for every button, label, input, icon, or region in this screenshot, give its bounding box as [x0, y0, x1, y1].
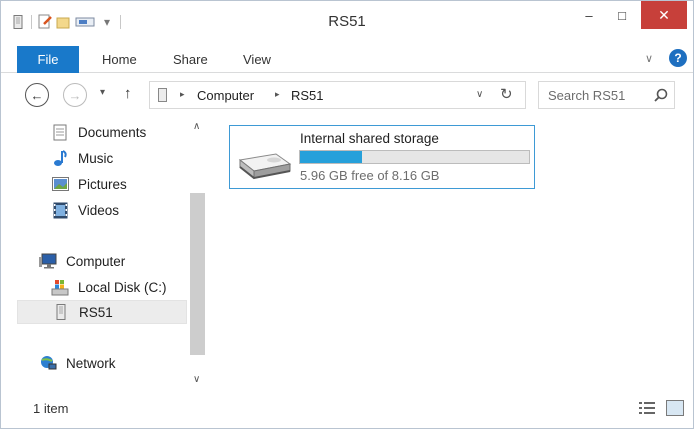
breadcrumb-computer[interactable]: Computer — [197, 88, 254, 103]
ribbon-tabs: File Home Share View ∨ ? — [1, 43, 693, 73]
help-icon[interactable]: ? — [669, 49, 687, 67]
sidebar-item-label: Local Disk (C:) — [78, 279, 167, 295]
new-folder-icon[interactable] — [56, 14, 70, 30]
sidebar-item-network[interactable]: Network — [39, 351, 209, 375]
drive-icon — [238, 153, 292, 180]
large-icons-view-icon[interactable] — [666, 400, 684, 416]
properties-icon[interactable] — [38, 14, 52, 30]
sidebar-item-label: Music — [78, 150, 114, 166]
close-button[interactable]: ✕ — [641, 1, 687, 29]
minimize-button[interactable]: – — [574, 1, 604, 29]
tab-share[interactable]: Share — [173, 52, 208, 67]
search-box[interactable] — [538, 81, 675, 109]
title-bar: ▾ RS51 – □ ✕ — [1, 1, 693, 43]
forward-button[interactable]: → — [63, 83, 87, 107]
storage-usage-bar — [299, 150, 530, 164]
drive-name: Internal shared storage — [300, 131, 439, 146]
breadcrumb-separator[interactable]: ▸ — [180, 89, 185, 100]
customize-toolbar-icon[interactable]: ▾ — [100, 14, 114, 30]
sidebar-scrollbar[interactable]: ∧ ∨ — [189, 117, 206, 392]
search-input[interactable] — [548, 88, 648, 103]
scrollbar-thumb[interactable] — [190, 193, 205, 355]
navigation-bar: ← → ▾ ↑ ▸ Computer ▸ RS51 ∨ ↻ — [1, 73, 693, 117]
search-icon[interactable] — [653, 87, 669, 103]
computer-icon — [39, 252, 57, 270]
address-bar[interactable]: ▸ Computer ▸ RS51 ∨ ↻ — [149, 81, 526, 109]
item-count: 1 item — [33, 401, 69, 416]
breadcrumb-rs51[interactable]: RS51 — [291, 88, 324, 103]
music-icon — [51, 149, 69, 167]
sidebar-item-computer[interactable]: Computer — [39, 249, 209, 273]
breadcrumb-separator[interactable]: ▸ — [275, 89, 280, 100]
videos-icon — [51, 201, 69, 219]
content-pane: Internal shared storage 5.96 GB free of … — [207, 117, 693, 392]
tab-file[interactable]: File — [17, 46, 79, 73]
tab-view[interactable]: View — [243, 52, 271, 67]
sidebar-item-label: RS51 — [79, 304, 113, 320]
explorer-window: ▾ RS51 – □ ✕ File Home Share View ∨ ? ← … — [0, 0, 694, 429]
pictures-icon — [51, 175, 69, 193]
portable-device-icon — [52, 303, 70, 321]
network-icon — [39, 354, 57, 372]
status-bar: 1 item — [1, 392, 693, 428]
navigation-pane: Documents Music Pictures Videos Computer — [1, 117, 207, 392]
rename-icon[interactable] — [74, 14, 96, 30]
sidebar-item-rs51[interactable]: RS51 — [17, 300, 187, 324]
sidebar-item-label: Pictures — [78, 176, 127, 192]
details-view-icon[interactable] — [639, 401, 655, 415]
back-button[interactable]: ← — [25, 83, 49, 107]
drive-tile[interactable]: Internal shared storage 5.96 GB free of … — [229, 125, 535, 189]
sidebar-item-label: Computer — [66, 253, 126, 269]
tab-home[interactable]: Home — [102, 52, 137, 67]
scroll-down-icon[interactable]: ∨ — [193, 374, 200, 385]
quick-access-toolbar: ▾ — [11, 11, 123, 33]
scroll-up-icon[interactable]: ∧ — [193, 121, 200, 132]
storage-usage-fill — [300, 151, 362, 163]
portable-device-icon — [11, 14, 25, 30]
sidebar-item-label: Videos — [78, 202, 120, 218]
toolbar-divider — [120, 15, 121, 29]
sidebar-item-label: Network — [66, 355, 116, 371]
expand-ribbon-icon[interactable]: ∨ — [645, 52, 653, 65]
drive-free-space: 5.96 GB free of 8.16 GB — [300, 168, 440, 183]
local-disk-icon — [51, 278, 69, 296]
address-dropdown-icon[interactable]: ∨ — [476, 89, 483, 100]
portable-device-icon — [158, 88, 167, 102]
maximize-button[interactable]: □ — [607, 1, 637, 29]
recent-locations-icon[interactable]: ▾ — [100, 87, 105, 98]
up-button[interactable]: ↑ — [124, 85, 132, 102]
sidebar-item-label: Documents — [78, 124, 147, 140]
refresh-icon[interactable]: ↻ — [500, 85, 513, 103]
documents-icon — [51, 123, 69, 141]
toolbar-divider — [31, 15, 32, 29]
